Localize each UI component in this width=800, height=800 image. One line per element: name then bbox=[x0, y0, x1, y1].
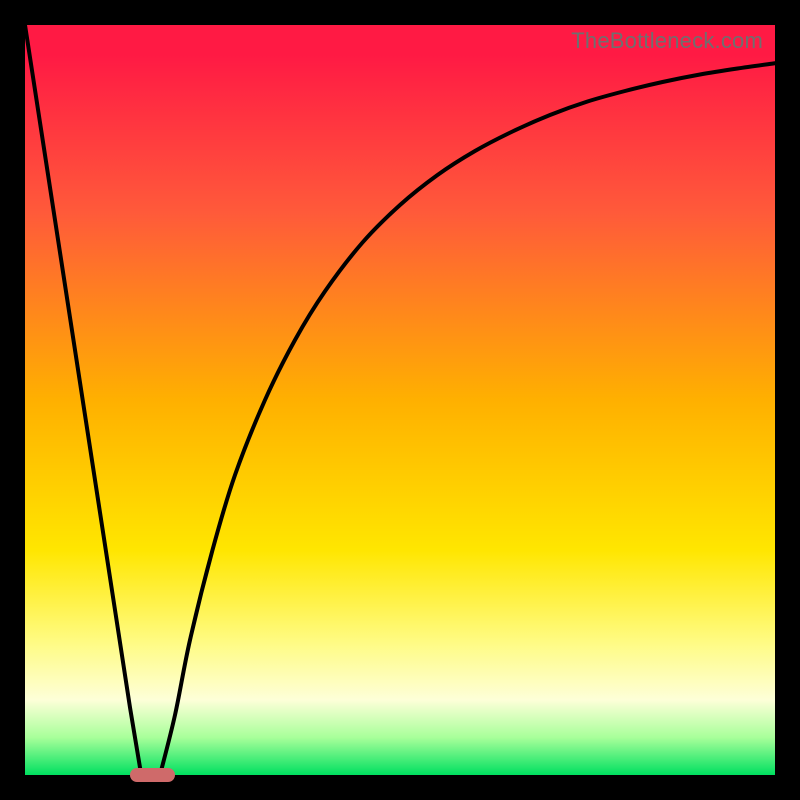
left-curve bbox=[25, 25, 141, 775]
bottleneck-marker bbox=[130, 768, 175, 782]
curves-svg bbox=[25, 25, 775, 775]
plot-area: TheBottleneck.com bbox=[25, 25, 775, 775]
chart-container: TheBottleneck.com bbox=[0, 0, 800, 800]
right-curve bbox=[160, 63, 775, 775]
